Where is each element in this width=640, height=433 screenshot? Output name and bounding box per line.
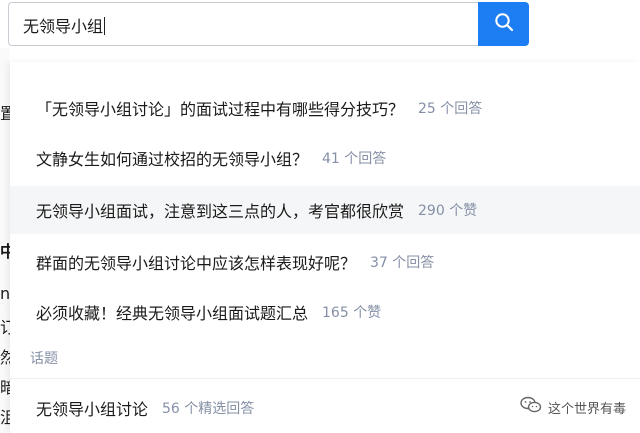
suggestion-item[interactable]: 文静女生如何通过校招的无领导小组？ 41 个回答: [10, 134, 640, 182]
topic-title: 无领导小组讨论: [36, 400, 149, 419]
suggestion-title: 文静女生如何通过校招的无领导小组？: [36, 150, 309, 169]
suggestion-title: 群面的无领导小组讨论中应该怎样表现好呢？: [36, 254, 357, 273]
search-icon: [494, 12, 514, 36]
suggestion-item[interactable]: 无领导小组面试，注意到这三点的人，考官都很欣赏 290 个赞: [10, 186, 640, 234]
suggestion-title: 「无领导小组讨论」的面试过程中有哪些得分技巧？: [36, 100, 405, 119]
suggestion-item[interactable]: 必须收藏！经典无领导小组面试题汇总 165 个赞: [10, 288, 640, 336]
suggestion-title: 必须收藏！经典无领导小组面试题汇总: [36, 304, 309, 323]
search-input-value: 无领导小组: [23, 17, 104, 36]
text-caret: [104, 17, 106, 35]
suggestion-meta: 25 个回答: [418, 101, 483, 117]
background-text: n: [0, 284, 11, 303]
topics-section-label: 话题: [30, 351, 58, 367]
watermark-text: 这个世界有毒: [547, 401, 626, 417]
suggestion-item[interactable]: 群面的无领导小组讨论中应该怎样表现好呢？ 37 个回答: [10, 238, 640, 286]
search-input[interactable]: 无领导小组: [8, 2, 478, 46]
search-suggestions-dropdown: 「无领导小组讨论」的面试过程中有哪些得分技巧？ 25 个回答 文静女生如何通过校…: [10, 62, 640, 433]
suggestion-meta: 165 个赞: [322, 305, 382, 321]
divider: [10, 378, 640, 379]
topic-meta: 56 个精选回答: [162, 401, 255, 417]
watermark: 这个世界有毒: [520, 396, 626, 418]
search-button[interactable]: [478, 2, 529, 46]
suggestion-meta: 290 个赞: [418, 203, 478, 219]
suggestion-title: 无领导小组面试，注意到这三点的人，考官都很欣赏: [36, 202, 405, 221]
suggestion-meta: 37 个回答: [370, 255, 435, 271]
suggestion-meta: 41 个回答: [322, 151, 387, 167]
wechat-icon: [520, 396, 542, 418]
suggestion-item[interactable]: 「无领导小组讨论」的面试过程中有哪些得分技巧？ 25 个回答: [10, 84, 640, 132]
